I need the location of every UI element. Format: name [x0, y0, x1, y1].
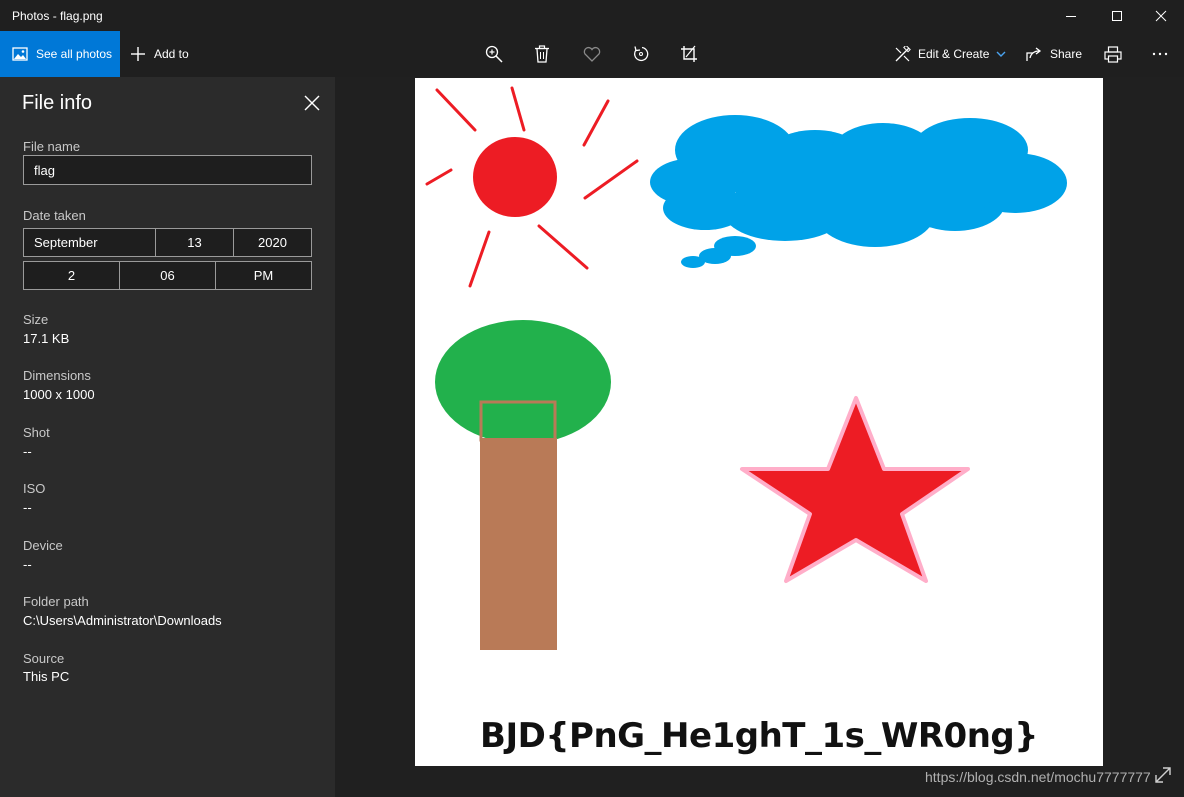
cloud [650, 115, 1067, 268]
see-all-photos-button[interactable]: See all photos [0, 31, 120, 77]
share-label: Share [1050, 47, 1083, 61]
ampm-select[interactable]: PM [216, 262, 311, 289]
zoom-button[interactable] [474, 31, 514, 77]
flag-image [425, 86, 1067, 650]
maximize-icon [1112, 10, 1122, 21]
maximize-button[interactable] [1094, 0, 1140, 31]
flag-text: BJD{PnG_He1ghT_1s_WR0ng} [480, 716, 1038, 756]
shot-value: -- [23, 444, 32, 459]
share-button[interactable]: Share [1026, 31, 1082, 77]
plus-icon [131, 47, 145, 61]
folder-path-label: Folder path [23, 594, 89, 609]
shot-label: Shot [23, 425, 50, 440]
rotate-icon [634, 46, 649, 62]
dimensions-value: 1000 x 1000 [23, 387, 95, 402]
share-icon [1026, 46, 1042, 61]
source-value: This PC [23, 669, 70, 684]
favorite-button[interactable] [572, 31, 612, 77]
day-select[interactable]: 13 [156, 229, 234, 256]
crop-icon [681, 45, 697, 62]
iso-value: -- [23, 500, 32, 515]
date-taken-label: Date taken [23, 208, 86, 223]
device-value: -- [23, 557, 32, 572]
edit-create-label: Edit & Create [918, 47, 990, 61]
crop-button[interactable] [669, 31, 709, 77]
close-panel-icon[interactable] [301, 92, 323, 114]
tree-trunk [480, 438, 557, 650]
more-icon [1152, 52, 1168, 56]
minimize-icon [1066, 15, 1076, 17]
file-info-panel: File info File name flag Date taken Sept… [0, 77, 335, 797]
add-to-label: Add to [154, 47, 189, 61]
time-picker: 2 06 PM [23, 261, 312, 290]
size-label: Size [23, 312, 49, 327]
file-info-title: File info [22, 92, 93, 114]
year-select[interactable]: 2020 [234, 229, 311, 256]
close-button[interactable] [1138, 0, 1184, 31]
sun [473, 137, 557, 217]
size-value: 17.1 KB [23, 331, 70, 346]
tree-top [435, 320, 611, 444]
folder-path-value: C:\Users\Administrator\Downloads [23, 613, 222, 628]
file-name-input[interactable]: flag [23, 155, 312, 185]
heart-icon [583, 47, 601, 62]
more-options-button[interactable] [1140, 31, 1180, 77]
star [740, 396, 970, 583]
close-icon [1155, 10, 1167, 21]
photos-icon [12, 47, 28, 61]
photo-canvas[interactable]: BJD{PnG_He1ghT_1s_WR0ng} [415, 78, 1103, 766]
delete-button[interactable] [522, 31, 562, 77]
file-name-label: File name [23, 139, 81, 154]
minimize-button[interactable] [1048, 0, 1094, 31]
title-bar: Photos - flag.png [0, 0, 1184, 31]
source-label: Source [23, 651, 65, 666]
toolbar: See all photos Add to Edit & Create Shar… [0, 31, 1184, 77]
zoom-in-icon [485, 45, 503, 63]
minute-select[interactable]: 06 [120, 262, 216, 289]
window-title: Photos - flag.png [12, 9, 103, 23]
print-button[interactable] [1093, 31, 1133, 77]
edit-create-button[interactable]: Edit & Create [894, 31, 1006, 77]
device-label: Device [23, 538, 63, 553]
file-name-value: flag [34, 162, 55, 178]
month-select[interactable]: September [24, 229, 156, 256]
hour-select[interactable]: 2 [24, 262, 120, 289]
iso-label: ISO [23, 481, 46, 496]
rotate-button[interactable] [621, 31, 661, 77]
add-to-button[interactable]: Add to [130, 31, 189, 77]
printer-icon [1104, 45, 1122, 63]
chevron-down-icon [996, 51, 1006, 57]
see-all-photos-label: See all photos [36, 47, 113, 61]
edit-create-icon [895, 45, 911, 61]
date-picker: September 13 2020 [23, 228, 312, 257]
watermark: https://blog.csdn.net/mochu7777777 [925, 769, 1151, 785]
expand-icon[interactable] [1152, 764, 1174, 786]
trash-icon [535, 45, 549, 63]
dimensions-label: Dimensions [23, 368, 91, 383]
